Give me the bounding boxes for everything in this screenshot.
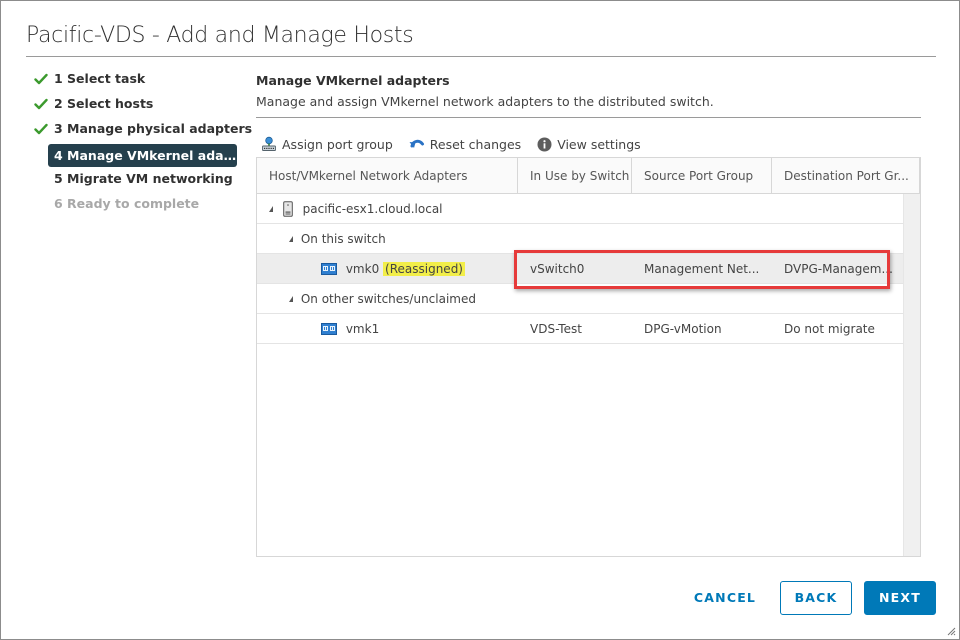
reset-changes-button[interactable]: Reset changes [409,137,521,152]
collapse-caret-icon[interactable] [269,205,273,212]
info-icon [537,137,552,151]
table-row-vmk1[interactable]: vmk1 VDS-Test DPG-vMotion Do not migrate [257,314,903,344]
host-name: pacific-esx1.cloud.local [302,202,443,216]
group-cell: On this switch [257,224,386,254]
section-title: Manage VMkernel adapters [256,73,450,88]
check-icon [34,73,48,85]
in-use-by-switch-cell: VDS-Test [530,322,582,336]
column-header-source-port-group[interactable]: Source Port Group [632,158,772,194]
step-label: 6 Ready to complete [54,196,200,211]
host-server-icon [283,200,293,217]
check-icon [34,123,48,135]
step-manage-physical-adapters[interactable]: 3 Manage physical adapters [31,119,252,144]
source-port-group-cell: DPG-vMotion [644,322,722,336]
assign-port-group-button[interactable]: Assign port group [261,136,393,152]
check-icon [34,98,48,110]
collapse-caret-icon[interactable] [289,295,293,302]
cancel-button[interactable]: CANCEL [684,581,766,615]
column-header-in-use-by-switch[interactable]: In Use by Switch [518,158,632,194]
network-adapter-icon [321,262,337,275]
step-migrate-vm-networking[interactable]: 5 Migrate VM networking [31,169,241,194]
grid-header: Host/VMkernel Network Adapters In Use by… [257,158,920,194]
view-settings-button[interactable]: View settings [537,136,641,152]
collapse-caret-icon[interactable] [289,235,293,242]
resize-grip-icon[interactable] [946,626,956,636]
reassigned-tag: (Reassigned) [383,262,465,276]
dialog-title: Pacific-VDS - Add and Manage Hosts [26,23,414,48]
group-label: On this switch [300,232,386,246]
host-cell: pacific-esx1.cloud.local [257,194,443,224]
step-select-task[interactable]: 1 Select task [31,69,241,94]
add-manage-hosts-dialog: Pacific-VDS - Add and Manage Hosts 1 Sel… [0,0,960,640]
group-label: On other switches/unclaimed [300,292,476,306]
destination-port-group-cell: DVPG-Managem... [784,262,893,276]
adapter-name: vmk0 [345,262,380,276]
view-settings-label: View settings [557,136,641,152]
reset-changes-label: Reset changes [429,136,522,152]
section-divider [256,117,921,118]
back-button[interactable]: BACK [780,581,852,615]
grid-body: pacific-esx1.cloud.local On this switch [257,194,903,344]
step-label: 2 Select hosts [54,96,154,111]
destination-port-group-cell: Do not migrate [784,322,875,336]
in-use-by-switch-cell: vSwitch0 [530,262,585,276]
step-manage-vmkernel-adapters[interactable]: 4 Manage VMkernel adapt... [48,144,237,167]
network-adapter-icon [321,322,337,335]
adapter-name: vmk1 [345,322,380,336]
group-cell: On other switches/unclaimed [257,284,476,314]
undo-icon [409,139,424,148]
step-label: 5 Migrate VM networking [54,171,233,186]
title-divider [26,56,936,57]
adapter-cell: vmk0 (Reassigned) [257,254,465,284]
host-row[interactable]: pacific-esx1.cloud.local [257,194,903,224]
step-select-hosts[interactable]: 2 Select hosts [31,94,241,119]
next-button[interactable]: NEXT [864,581,936,615]
section-description: Manage and assign VMkernel network adapt… [256,94,714,109]
step-ready-to-complete: 6 Ready to complete [31,194,241,219]
group-row-on-this-switch[interactable]: On this switch [257,224,903,254]
source-port-group-cell: Management Net... [644,262,760,276]
assign-port-group-label: Assign port group [282,136,393,152]
column-header-adapters[interactable]: Host/VMkernel Network Adapters [257,158,518,194]
step-label: 3 Manage physical adapters [54,121,253,136]
step-content: Manage VMkernel adapters Manage and assi… [256,71,921,118]
column-header-destination-port-group[interactable]: Destination Port Gr... [772,158,920,194]
grid-toolbar: Assign port group Reset changes View set… [261,134,657,154]
step-label: 1 Select task [54,71,146,86]
group-row-other-switches[interactable]: On other switches/unclaimed [257,284,903,314]
assign-port-group-icon [262,136,276,151]
wizard-steps: 1 Select task 2 Select hosts 3 Manage ph… [31,69,252,219]
grid-vertical-scrollbar[interactable] [903,194,920,556]
table-row-vmk0[interactable]: vmk0 (Reassigned) vSwitch0 Management Ne… [257,254,903,284]
vmkernel-adapters-grid: Host/VMkernel Network Adapters In Use by… [256,157,921,557]
adapter-cell: vmk1 [257,314,379,344]
